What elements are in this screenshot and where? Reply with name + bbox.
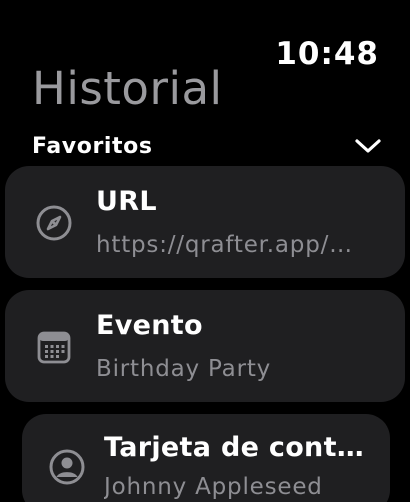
history-item-subtitle: Johnny Appleseed	[104, 474, 323, 500]
chevron-down-icon[interactable]	[354, 132, 382, 160]
page-title: Historial	[32, 62, 223, 115]
history-item-url[interactable]: URL https://qrafter.app/…	[5, 166, 405, 278]
section-label: Favoritos	[32, 133, 153, 159]
person-circle-icon	[48, 448, 86, 486]
status-time: 10:48	[275, 36, 379, 72]
history-item-title: Evento	[96, 310, 203, 341]
history-item-evento[interactable]: Evento Birthday Party	[5, 290, 405, 402]
history-item-title: Tarjeta de cont…	[104, 432, 365, 463]
section-header-favoritos[interactable]: Favoritos	[32, 129, 382, 163]
history-item-subtitle: Birthday Party	[96, 356, 272, 382]
history-item-contacto[interactable]: Tarjeta de cont… Johnny Appleseed	[22, 414, 390, 502]
calendar-icon	[35, 328, 73, 366]
history-item-subtitle: https://qrafter.app/…	[96, 232, 353, 258]
history-item-title: URL	[96, 186, 157, 217]
compass-icon	[35, 204, 73, 242]
